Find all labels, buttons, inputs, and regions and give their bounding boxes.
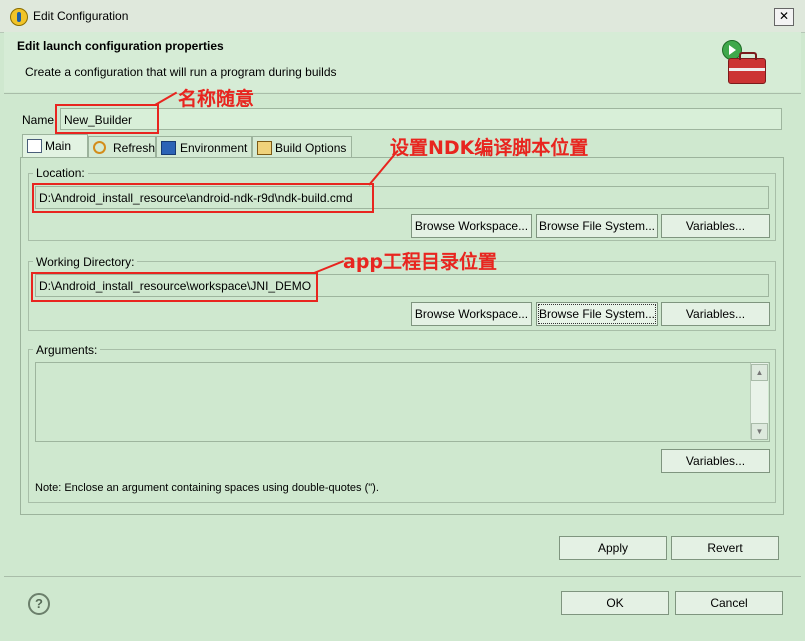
arguments-variables-button[interactable]: Variables...: [661, 449, 770, 473]
scroll-down-arrow-icon[interactable]: ▼: [751, 423, 768, 440]
eclipse-icon: [10, 8, 28, 26]
scroll-up-arrow-icon[interactable]: ▲: [751, 364, 768, 381]
arguments-note: Note: Enclose an argument containing spa…: [35, 482, 379, 494]
tab-environment[interactable]: Environment: [156, 136, 252, 157]
edit-configuration-dialog: Edit Configuration ✕ Edit launch configu…: [0, 0, 805, 641]
name-label: Name: [22, 113, 55, 127]
tab-environment-label: Environment: [180, 141, 248, 155]
name-annotation: 名称随意: [178, 88, 255, 110]
location-browse-workspace-button[interactable]: Browse Workspace...: [411, 214, 532, 238]
name-highlight-box: [55, 104, 159, 134]
location-annotation: 设置NDK编译脚本位置: [390, 137, 589, 159]
revert-button[interactable]: Revert: [671, 536, 779, 560]
working-directory-highlight-box: [31, 272, 318, 302]
apply-button[interactable]: Apply: [559, 536, 667, 560]
location-label: Location:: [33, 166, 88, 180]
tab-refresh-label: Refresh: [113, 141, 156, 155]
cancel-button[interactable]: Cancel: [675, 591, 783, 615]
button-bar-divider: [4, 576, 801, 577]
help-icon[interactable]: ?: [28, 593, 50, 615]
location-highlight-box: [32, 183, 374, 213]
workdir-browse-workspace-button[interactable]: Browse Workspace...: [411, 302, 532, 326]
environment-icon: [161, 141, 176, 155]
location-browse-file-system-button[interactable]: Browse File System...: [536, 214, 658, 238]
workdir-browse-file-system-button[interactable]: Browse File System...: [536, 302, 658, 326]
arguments-textarea[interactable]: [35, 362, 770, 442]
tab-build-options[interactable]: Build Options: [252, 136, 352, 157]
arguments-label: Arguments:: [33, 343, 101, 357]
header-subtitle: Create a configuration that will run a p…: [25, 65, 337, 79]
name-input[interactable]: [60, 108, 782, 130]
build-options-icon: [257, 141, 272, 155]
working-directory-annotation: app工程目录位置: [343, 251, 498, 273]
toolbox-icon: [728, 52, 766, 84]
tab-refresh[interactable]: Refresh: [88, 136, 156, 157]
main-tab-icon: [27, 139, 42, 153]
location-variables-button[interactable]: Variables...: [661, 214, 770, 238]
header-title: Edit launch configuration properties: [17, 39, 224, 53]
working-directory-label: Working Directory:: [33, 255, 138, 269]
ok-button[interactable]: OK: [561, 591, 669, 615]
window-title: Edit Configuration: [33, 9, 129, 23]
tab-main[interactable]: Main: [22, 134, 88, 158]
refresh-icon: [93, 141, 106, 154]
close-button[interactable]: ✕: [774, 8, 794, 26]
workdir-variables-button[interactable]: Variables...: [661, 302, 770, 326]
header-divider: [4, 93, 801, 94]
tab-main-label: Main: [45, 139, 72, 153]
tab-build-options-label: Build Options: [275, 141, 347, 155]
